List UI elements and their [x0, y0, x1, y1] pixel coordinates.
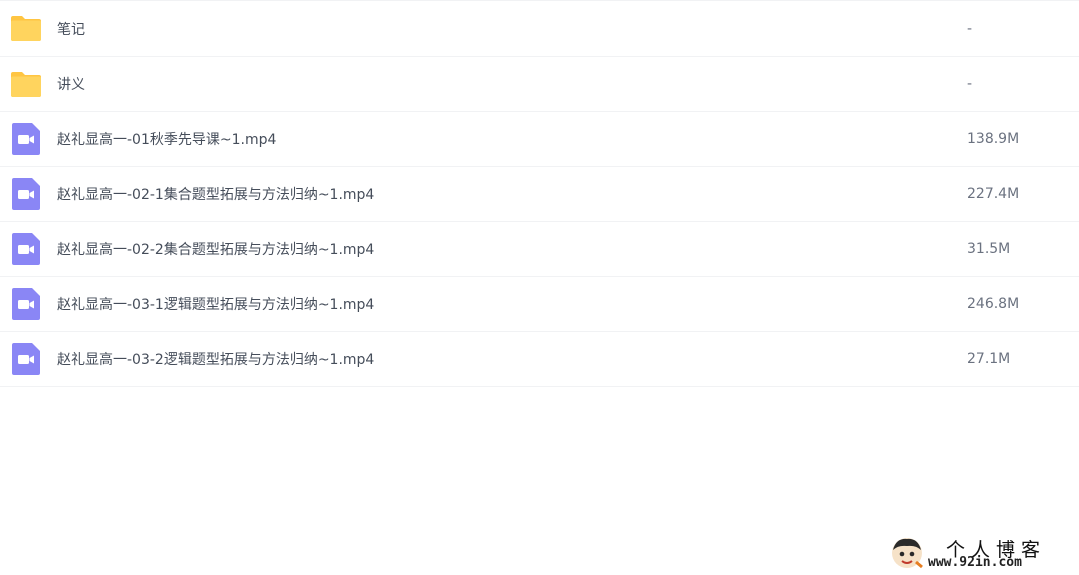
file-name[interactable]: 赵礼显高一-03-1逻辑题型拓展与方法归纳~1.mp4 [57, 294, 374, 314]
file-name[interactable]: 笔记 [57, 19, 85, 39]
file-size: 246.8M [967, 296, 1020, 312]
file-name[interactable]: 赵礼显高一-02-1集合题型拓展与方法归纳~1.mp4 [57, 184, 374, 204]
file-name[interactable]: 赵礼显高一-03-2逻辑题型拓展与方法归纳~1.mp4 [57, 349, 374, 369]
file-row[interactable]: 讲义 - [0, 57, 1079, 112]
file-row[interactable]: 笔记 - [0, 1, 1079, 57]
file-row[interactable]: 赵礼显高一-02-2集合题型拓展与方法归纳~1.mp4 31.5M [0, 222, 1079, 277]
video-file-icon [10, 123, 42, 155]
watermark: 个人博客 www.92in.com [884, 533, 1079, 575]
file-size: 31.5M [967, 241, 1011, 257]
file-name[interactable]: 赵礼显高一-02-2集合题型拓展与方法归纳~1.mp4 [57, 239, 374, 259]
file-name[interactable]: 讲义 [57, 74, 85, 94]
file-row[interactable]: 赵礼显高一-03-2逻辑题型拓展与方法归纳~1.mp4 27.1M [0, 332, 1079, 387]
file-list: 笔记 - 讲义 - 赵礼显高一-01秋季先导课~1.mp4 138.9M 赵礼显… [0, 0, 1079, 387]
file-size: 138.9M [967, 131, 1020, 147]
file-row[interactable]: 赵礼显高一-03-1逻辑题型拓展与方法归纳~1.mp4 246.8M [0, 277, 1079, 332]
watermark-url: www.92in.com [928, 555, 1022, 570]
file-row[interactable]: 赵礼显高一-01秋季先导课~1.mp4 138.9M [0, 112, 1079, 167]
file-size: 27.1M [967, 351, 1011, 367]
file-row[interactable]: 赵礼显高一-02-1集合题型拓展与方法归纳~1.mp4 227.4M [0, 167, 1079, 222]
file-size: 227.4M [967, 186, 1020, 202]
folder-icon [10, 68, 42, 100]
video-file-icon [10, 288, 42, 320]
cartoon-avatar-icon [890, 536, 924, 570]
file-size: - [967, 76, 973, 92]
file-name[interactable]: 赵礼显高一-01秋季先导课~1.mp4 [57, 129, 276, 149]
video-file-icon [10, 178, 42, 210]
folder-icon [10, 13, 42, 45]
file-size: - [967, 20, 973, 37]
video-file-icon [10, 343, 42, 375]
video-file-icon [10, 233, 42, 265]
